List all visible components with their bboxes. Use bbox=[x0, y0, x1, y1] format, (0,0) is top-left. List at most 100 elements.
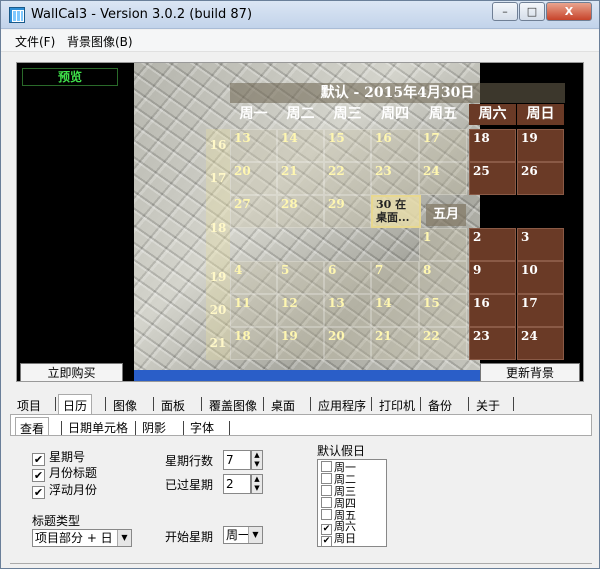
main-tabs: 项目 日历 图像 面板 覆盖图像 桌面 应用程序 打印机 备份 关于 bbox=[10, 394, 592, 415]
checkbox-box[interactable]: ✔ bbox=[321, 536, 332, 546]
tab-about[interactable]: 关于 bbox=[471, 394, 505, 414]
week-number: 16 bbox=[206, 129, 230, 162]
date-cell: 18 bbox=[469, 129, 516, 162]
tab-desktop[interactable]: 桌面 bbox=[266, 394, 300, 414]
date-cell: 14 bbox=[371, 294, 419, 327]
subtab-view[interactable]: 查看 bbox=[15, 417, 50, 437]
week-number: 18 bbox=[206, 195, 230, 261]
date-cell: 6 bbox=[324, 261, 371, 294]
month-label: 五月 bbox=[426, 204, 466, 226]
date-cell: 3 bbox=[517, 228, 564, 261]
title-type-select[interactable]: 项目部分 + 日 ▼ bbox=[32, 529, 132, 547]
tab-separator bbox=[55, 397, 56, 411]
week-number-checkbox[interactable]: ✔ 星期号 bbox=[32, 450, 85, 466]
minimize-button[interactable]: – bbox=[492, 2, 518, 21]
date-cell: 13 bbox=[324, 294, 371, 327]
start-week-select[interactable]: 周一 ▼ bbox=[223, 526, 263, 544]
checkbox-box[interactable]: ✔ bbox=[32, 453, 45, 466]
date-cell: 2 bbox=[469, 228, 516, 261]
date-cell: 4 bbox=[230, 261, 277, 294]
week-number: 19 bbox=[206, 261, 230, 294]
date-cell: 5 bbox=[277, 261, 324, 294]
title-bar: WallCal3 - Version 3.0.2 (build 87) – □ … bbox=[1, 1, 599, 29]
subtab-shadow[interactable]: 阴影 bbox=[138, 417, 170, 437]
checkbox-box[interactable] bbox=[321, 509, 332, 520]
preview-label: 预览 bbox=[22, 68, 118, 86]
tab-panel[interactable]: 面板 bbox=[156, 394, 190, 414]
checkbox-box[interactable]: ✔ bbox=[32, 486, 45, 499]
checkbox-box[interactable] bbox=[321, 497, 332, 508]
title-type-label: 标题类型 bbox=[32, 514, 81, 528]
date-cell: 10 bbox=[517, 261, 564, 294]
date-cell: 15 bbox=[324, 129, 371, 162]
date-cell: 20 bbox=[230, 162, 277, 195]
date-cell: 24 bbox=[419, 162, 467, 195]
calendar-preview: 预览 默认 - 2015年4月30日 周一 周二 周三 周四 周五 周六 周日 … bbox=[16, 62, 584, 382]
day-header: 周日 bbox=[517, 104, 564, 125]
week-rows-spinner[interactable]: ▲ ▼ bbox=[251, 450, 263, 470]
date-cell: 23 bbox=[469, 327, 516, 360]
date-cell: 18 bbox=[230, 327, 277, 360]
date-cell: 12 bbox=[277, 294, 324, 327]
date-cell: 24 bbox=[517, 327, 564, 360]
checkbox-label: 月份标题 bbox=[49, 466, 98, 480]
tab-separator bbox=[371, 397, 372, 411]
checkbox-box[interactable]: ✔ bbox=[32, 469, 45, 482]
tab-backup[interactable]: 备份 bbox=[423, 394, 457, 414]
date-cell: 9 bbox=[469, 261, 516, 294]
date-cell: 14 bbox=[277, 129, 324, 162]
date-cell: 17 bbox=[517, 294, 564, 327]
close-button[interactable]: X bbox=[546, 2, 592, 21]
holiday-label: 周日 bbox=[334, 532, 356, 545]
holidays-list: 周一 周二 周三 周四 周五 ✔ 周六 ✔ 周日 bbox=[317, 459, 387, 547]
tab-separator bbox=[229, 421, 230, 435]
chevron-down-icon[interactable]: ▼ bbox=[117, 530, 131, 546]
past-weeks-spinner[interactable]: ▲ ▼ bbox=[251, 474, 263, 494]
day-header: 周一 bbox=[239, 106, 268, 122]
tab-separator bbox=[468, 397, 469, 411]
month-title-checkbox[interactable]: ✔ 月份标题 bbox=[32, 466, 97, 482]
week-number: 17 bbox=[206, 162, 230, 195]
tab-overlay-image[interactable]: 覆盖图像 bbox=[204, 394, 262, 414]
holiday-item[interactable]: ✔ 周日 bbox=[321, 533, 356, 546]
day-header: 周六 bbox=[469, 104, 516, 125]
date-cell: 8 bbox=[419, 261, 467, 294]
checkbox-box[interactable] bbox=[321, 473, 332, 484]
week-rows-input[interactable]: 7 bbox=[223, 450, 251, 470]
tab-printer[interactable]: 打印机 bbox=[374, 394, 420, 414]
default-holidays-label: 默认假日 bbox=[317, 444, 366, 458]
tab-separator bbox=[420, 397, 421, 411]
floating-month-checkbox[interactable]: ✔ 浮动月份 bbox=[32, 483, 97, 499]
date-cell: 25 bbox=[469, 162, 516, 195]
tab-separator bbox=[513, 397, 514, 411]
tab-image[interactable]: 图像 bbox=[108, 394, 142, 414]
past-weeks-input[interactable]: 2 bbox=[223, 474, 251, 494]
checkbox-label: 星期号 bbox=[49, 450, 86, 464]
maximize-button[interactable]: □ bbox=[519, 2, 545, 21]
subtab-date-cell[interactable]: 日期单元格 bbox=[64, 417, 132, 437]
tab-separator bbox=[310, 397, 311, 411]
tab-applications[interactable]: 应用程序 bbox=[313, 394, 371, 414]
past-weeks-label: 已过星期 bbox=[165, 478, 214, 492]
date-cell: 23 bbox=[371, 162, 419, 195]
tab-calendar[interactable]: 日历 bbox=[58, 394, 93, 415]
date-cell: 22 bbox=[419, 327, 467, 360]
title-type-value: 项目部分 + 日 bbox=[35, 531, 113, 545]
subtab-font[interactable]: 字体 bbox=[186, 417, 218, 437]
date-cell: 16 bbox=[371, 129, 419, 162]
checkbox-box[interactable] bbox=[321, 485, 332, 496]
checkbox-box[interactable] bbox=[321, 461, 332, 472]
date-cell: 21 bbox=[277, 162, 324, 195]
menu-file[interactable]: 文件(F) bbox=[15, 33, 55, 50]
update-background-button[interactable]: 更新背景 bbox=[480, 363, 580, 381]
menu-background-image[interactable]: 背景图像(B) bbox=[67, 33, 133, 50]
date-cell: 27 bbox=[230, 195, 277, 228]
date-cell: 11 bbox=[230, 294, 277, 327]
start-week-value: 周一 bbox=[226, 528, 251, 542]
tab-project[interactable]: 项目 bbox=[12, 394, 46, 414]
tab-separator bbox=[183, 421, 184, 435]
buy-now-button[interactable]: 立即购买 bbox=[20, 363, 123, 381]
app-calendar-icon bbox=[9, 7, 25, 23]
chevron-down-icon[interactable]: ▼ bbox=[248, 527, 262, 543]
tab-separator bbox=[105, 397, 106, 411]
